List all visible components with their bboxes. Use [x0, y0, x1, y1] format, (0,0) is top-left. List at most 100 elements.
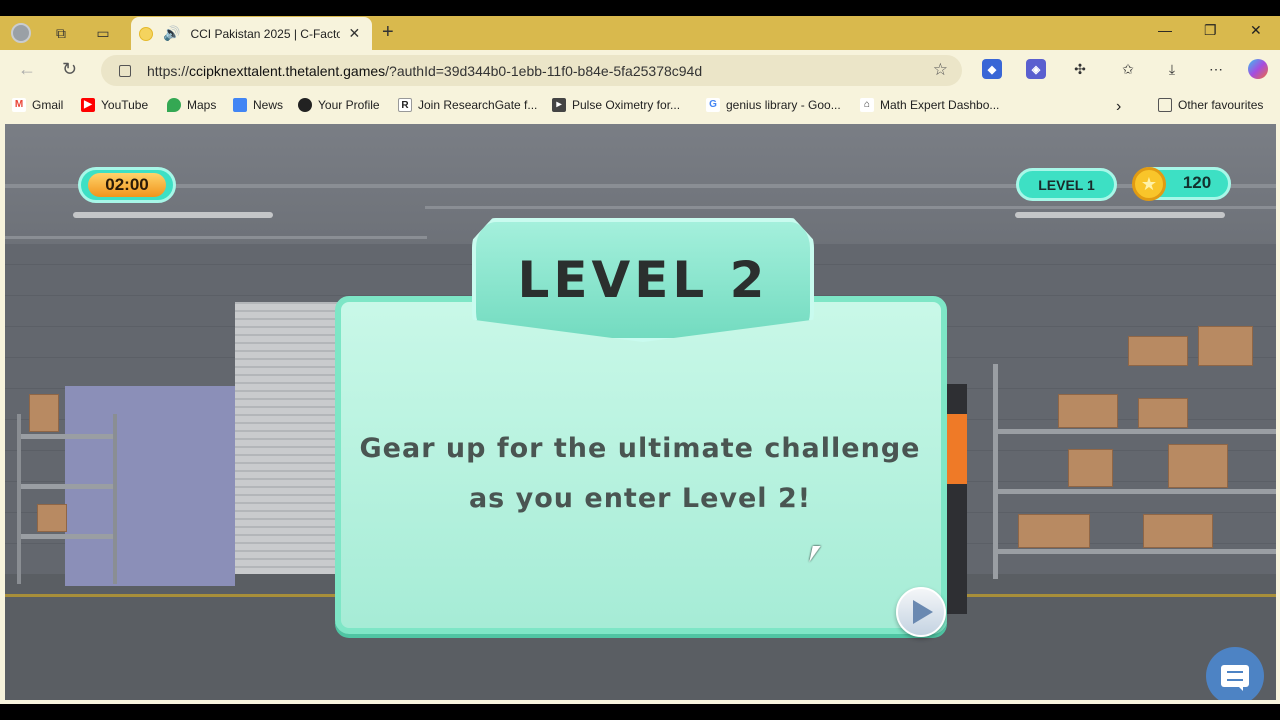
shelf-bar: [998, 429, 1276, 434]
coin-count: 120: [1182, 173, 1212, 192]
level-title-banner: LEVEL 2: [472, 218, 814, 342]
left-shelf: [17, 394, 117, 584]
bookmark-label: Gmail: [32, 98, 64, 112]
bookmark-label: Pulse Oximetry for...: [572, 98, 681, 112]
minimize-button[interactable]: —: [1158, 22, 1172, 38]
lock-icon: [119, 64, 131, 77]
bookmark-label: genius library - Goo...: [726, 98, 841, 112]
navigation-bar: ← ↻ https://ccipknexttalent.thetalent.ga…: [0, 50, 1280, 90]
tab-title: CCI Pakistan 2025 | C-Factor: [190, 26, 341, 41]
tab-close-icon[interactable]: ✕: [348, 25, 360, 42]
extension-1-icon[interactable]: ◆: [982, 59, 1002, 79]
speaker-icon[interactable]: 🔊: [163, 25, 180, 42]
coin-counter: ★ 120: [1132, 167, 1231, 201]
play-icon: [913, 600, 933, 624]
level-badge: LEVEL 1: [1016, 168, 1117, 201]
gmail-icon: M: [12, 98, 26, 112]
workspaces-icon[interactable]: ⧉: [50, 22, 72, 44]
shelf-bar: [21, 534, 113, 539]
other-favourites[interactable]: Other favourites: [1158, 98, 1263, 112]
tab-bar: ⧉ ▭ 🔊 CCI Pakistan 2025 | C-Factor ✕ + —…: [0, 16, 1280, 50]
reload-icon[interactable]: ↻: [62, 59, 77, 80]
screen: ⧉ ▭ 🔊 CCI Pakistan 2025 | C-Factor ✕ + —…: [0, 0, 1280, 720]
right-shelf: [993, 326, 1276, 579]
coin-star-icon: ★: [1132, 167, 1166, 201]
url-prefix: https://: [147, 62, 190, 79]
favorites-icon[interactable]: ✩: [1118, 59, 1138, 79]
github-icon: [298, 98, 312, 112]
math-expert-icon: ⌂: [860, 98, 874, 112]
intro-line-2: as you enter Level 2!: [468, 483, 812, 514]
bookmark-pulse-oximetry[interactable]: ▸ Pulse Oximetry for...: [552, 98, 680, 112]
timer-value: 02:00: [88, 173, 166, 197]
bookmarks-overflow-chevron-icon[interactable]: ›: [1116, 98, 1121, 116]
chat-icon: [1221, 665, 1249, 691]
folder-icon: [1158, 98, 1172, 112]
tab-actions-icon[interactable]: ▭: [92, 22, 114, 44]
bookmark-news[interactable]: News: [233, 98, 283, 112]
bookmark-youtube[interactable]: ▶ YouTube: [81, 98, 148, 112]
shelf-bar: [21, 434, 113, 439]
shelf-bar: [998, 489, 1276, 494]
bookmark-label: Math Expert Dashbo...: [880, 98, 1000, 112]
extensions-puzzle-icon[interactable]: ✣: [1070, 59, 1090, 79]
cardboard-box: [1198, 326, 1253, 366]
youtube-icon: ▶: [81, 98, 95, 112]
new-tab-button[interactable]: +: [382, 21, 394, 44]
bookmark-label: YouTube: [101, 98, 149, 112]
favorite-star-icon[interactable]: ☆: [933, 60, 948, 80]
bookmark-label: Your Profile: [318, 98, 380, 112]
restore-button[interactable]: ❐: [1204, 22, 1217, 39]
profile-icon[interactable]: [10, 22, 32, 44]
intro-line-1: Gear up for the ultimate challenge: [359, 433, 921, 464]
cardboard-box: [37, 504, 67, 532]
bookmark-researchgate[interactable]: R Join ResearchGate f...: [398, 98, 537, 112]
other-favourites-label: Other favourites: [1178, 98, 1264, 112]
url-path: /?authId=39d344b0-1ebb-11f0-b84e-5fa2537…: [385, 62, 703, 79]
maps-icon: [167, 98, 181, 112]
bookmark-label: News: [253, 98, 284, 112]
bookmark-label: Maps: [187, 98, 217, 112]
bookmark-genius-library[interactable]: Ggenius library - Goo...: [706, 98, 841, 112]
tab-favicon-icon: [139, 26, 153, 41]
bookmark-math-expert[interactable]: ⌂ Math Expert Dashbo...: [860, 98, 999, 112]
ceiling-light: [73, 212, 273, 218]
level-intro-text: Gear up for the ultimate challenge as yo…: [345, 424, 935, 524]
bookmark-your-profile[interactable]: Your Profile: [298, 98, 380, 112]
active-tab[interactable]: 🔊 CCI Pakistan 2025 | C-Factor ✕: [131, 17, 372, 50]
address-bar[interactable]: https://ccipknexttalent.thetalent.games/…: [101, 55, 962, 86]
shelf-bar: [998, 549, 1276, 554]
cardboard-box: [1018, 514, 1090, 548]
cardboard-box: [29, 394, 59, 432]
download-icon[interactable]: ⤓: [1162, 59, 1182, 79]
more-menu-icon[interactable]: ⋯: [1206, 59, 1226, 79]
game-canvas[interactable]: 02:00 LEVEL 1 ★ 120 LEVEL 2 Gear up for …: [5, 124, 1276, 700]
back-icon[interactable]: ←: [18, 59, 36, 80]
chat-button[interactable]: [1206, 647, 1264, 700]
cardboard-box: [1138, 398, 1188, 428]
cardboard-box: [1128, 336, 1188, 366]
continue-play-button[interactable]: [896, 587, 946, 637]
bookmarks-bar: M Gmail ▶ YouTube Maps News Your Profile R…: [0, 90, 1280, 122]
roller-door: [235, 302, 345, 574]
news-icon: [233, 98, 247, 112]
shelf-bar: [21, 484, 113, 489]
cardboard-box: [1168, 444, 1228, 488]
wall-pipe: [5, 236, 427, 239]
timer-badge: 02:00: [78, 167, 176, 203]
bookmark-gmail[interactable]: M Gmail: [12, 98, 63, 112]
ceiling-light: [1015, 212, 1225, 218]
pulse-icon: ▸: [552, 98, 566, 112]
copilot-icon[interactable]: [1248, 59, 1268, 79]
cardboard-box: [1058, 394, 1118, 428]
google-icon: G: [706, 98, 720, 112]
url-host: ccipknexttalent.thetalent.games: [189, 62, 386, 79]
cardboard-box: [1143, 514, 1213, 548]
extension-2-icon[interactable]: ◈: [1026, 59, 1046, 79]
ceiling-pipe: [425, 206, 1276, 209]
close-window-button[interactable]: ✕: [1250, 22, 1262, 39]
browser-window: ⧉ ▭ 🔊 CCI Pakistan 2025 | C-Factor ✕ + —…: [0, 16, 1280, 704]
bookmark-label: Join ResearchGate f...: [418, 98, 538, 112]
bookmark-maps[interactable]: Maps: [167, 98, 216, 112]
researchgate-icon: R: [398, 98, 412, 112]
